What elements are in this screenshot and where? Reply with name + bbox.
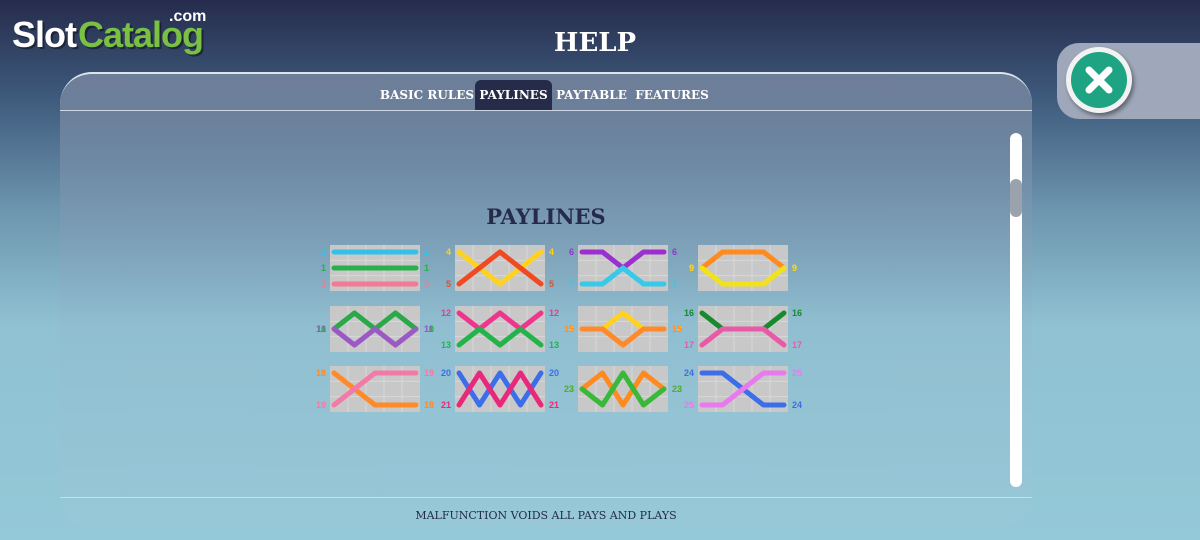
payline-number-left: 4 xyxy=(446,247,451,257)
payline-card: 20 21 20 21 xyxy=(441,366,559,412)
payline-number-right: 12 xyxy=(549,308,559,318)
payline-number-left: 13 xyxy=(441,340,451,350)
payline-number-left: 23 xyxy=(564,384,574,394)
payline-number-left: 24 xyxy=(684,368,694,378)
payline-number-left: 5 xyxy=(446,279,451,289)
payline-number-left: 9 xyxy=(689,263,694,273)
payline-card: 12 13 12 13 xyxy=(441,306,559,352)
payline-number-left: 2 xyxy=(321,247,326,257)
payline-number-left: 19 xyxy=(316,400,326,410)
payline-number-right: 16 xyxy=(792,308,802,318)
payline-number-right: 21 xyxy=(549,400,559,410)
payline-number-right: 17 xyxy=(792,340,802,350)
payline-number-right: 13 xyxy=(549,340,559,350)
payline-card: 6 7 6 7 xyxy=(569,245,677,291)
payline-number-left: 15 xyxy=(564,324,574,334)
payline-card: 18 19 19 18 xyxy=(316,366,434,412)
payline-number-right: 11 xyxy=(424,324,434,334)
payline-card: 2223 2223 xyxy=(564,366,682,412)
payline-number-left: 3 xyxy=(321,279,326,289)
payline-number-left: 7 xyxy=(569,279,574,289)
payline-number-left: 1 xyxy=(321,263,326,273)
payline-number-left: 18 xyxy=(316,368,326,378)
payline-number-right: 24 xyxy=(792,400,802,410)
payline-number-left: 16 xyxy=(684,308,694,318)
payline-card: 2 1 3 2 1 3 xyxy=(321,245,429,291)
payline-number-right: 20 xyxy=(549,368,559,378)
payline-number-right: 25 xyxy=(792,368,802,378)
payline-card: 24 25 25 24 xyxy=(684,366,802,412)
payline-number-right: 3 xyxy=(424,279,429,289)
payline-number-left: 6 xyxy=(569,247,574,257)
payline-number-right: 7 xyxy=(672,279,677,289)
payline-number-right: 19 xyxy=(424,368,434,378)
payline-number-right: 5 xyxy=(549,279,554,289)
payline-number-right: 2 xyxy=(424,247,429,257)
payline-number-left: 21 xyxy=(441,400,451,410)
payline-number-right: 6 xyxy=(672,247,677,257)
payline-number-right: 15 xyxy=(672,324,682,334)
payline-number-right: 4 xyxy=(549,247,554,257)
payline-number-left: 17 xyxy=(684,340,694,350)
payline-number-left: 25 xyxy=(684,400,694,410)
payline-number-left: 11 xyxy=(316,324,326,334)
payline-card: 1011 1011 xyxy=(316,306,434,352)
paylines-diagram: 2132134545676789 891011 1011121312131415 14… xyxy=(316,245,802,412)
payline-number-left: 20 xyxy=(441,368,451,378)
payline-card: 16 17 16 17 xyxy=(684,306,802,352)
payline-number-left: 12 xyxy=(441,308,451,318)
payline-card: 1415 1415 xyxy=(564,306,682,352)
payline-number-right: 9 xyxy=(792,263,797,273)
payline-number-right: 1 xyxy=(424,263,429,273)
payline-card: 4 5 4 5 xyxy=(446,245,554,291)
payline-number-right: 23 xyxy=(672,384,682,394)
payline-number-right: 18 xyxy=(424,400,434,410)
payline-card: 89 89 xyxy=(689,245,797,291)
